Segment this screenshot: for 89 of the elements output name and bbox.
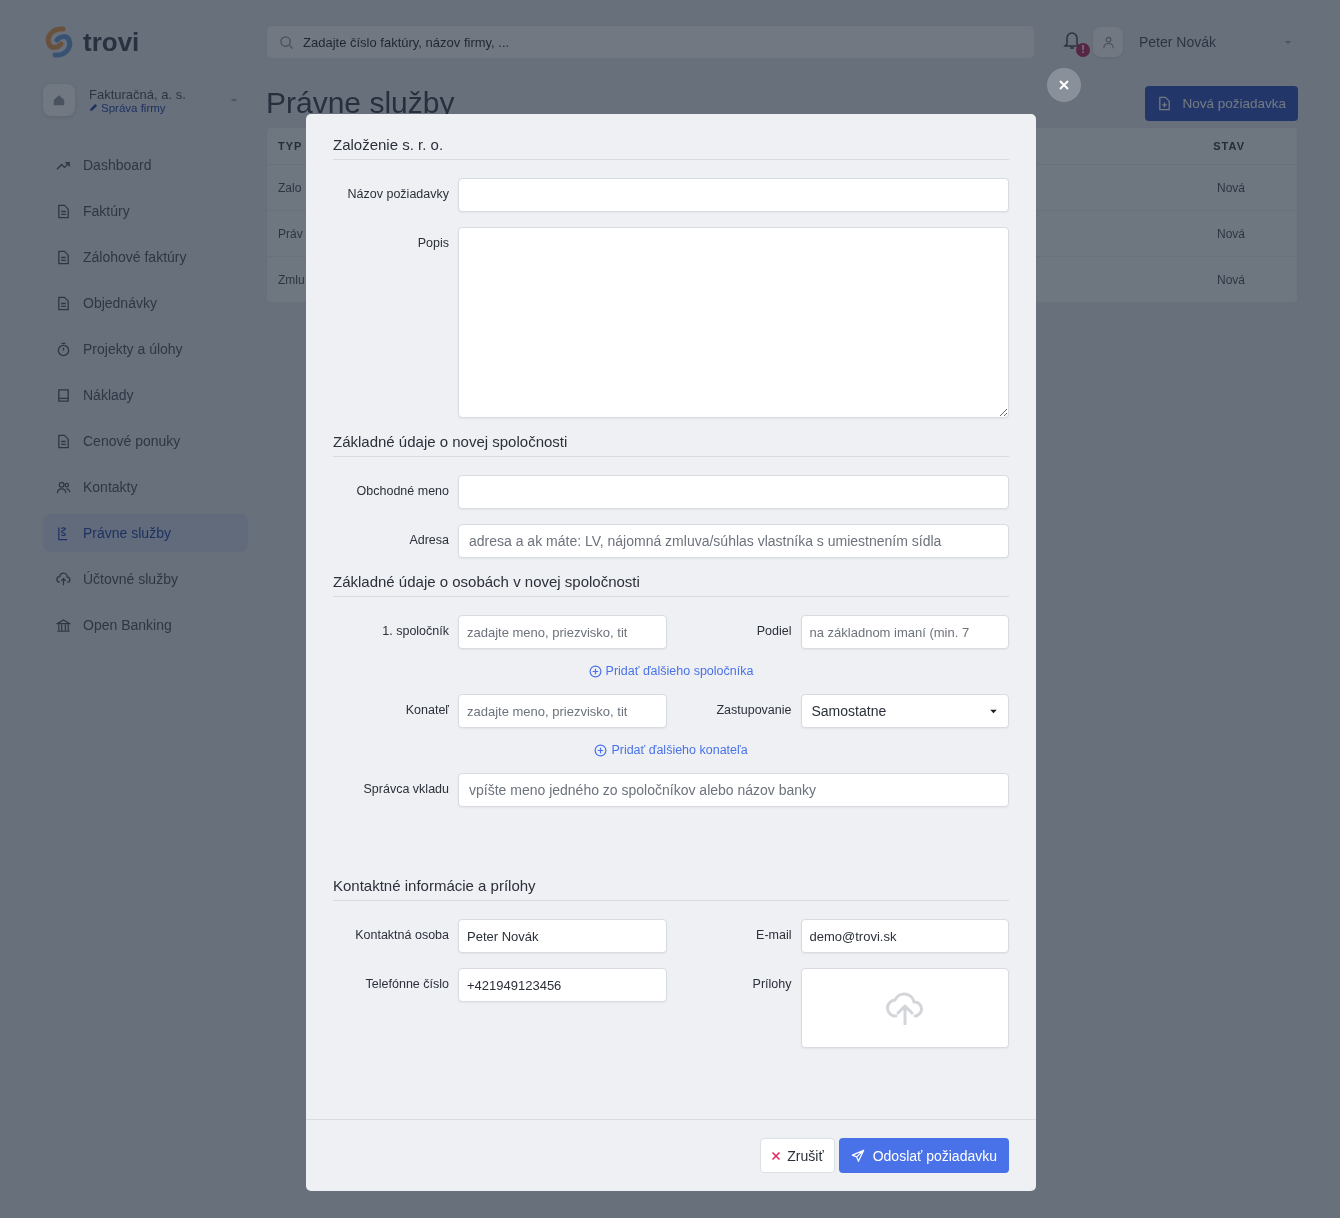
people-icon	[56, 479, 71, 495]
column-header: STAV	[1213, 140, 1245, 152]
add-link[interactable]: Pridať ďalšieho konateľa	[594, 743, 748, 757]
table-cell: Práv	[278, 226, 303, 241]
search-field[interactable]: Zadajte číslo faktúry, názov firmy, ...	[266, 25, 1035, 59]
text-area[interactable]	[458, 227, 1009, 418]
book-icon	[56, 387, 71, 403]
input-field[interactable]: zadajte meno, priezvisko, tit	[458, 615, 667, 649]
field-label: E-mail	[755, 927, 792, 942]
field-label: Telefónne číslo	[364, 976, 449, 991]
home-tile[interactable]	[43, 84, 75, 116]
input-field[interactable]: adresa a ak máte: LV, nájomná zmluva/súhlas vlastníka s umiestnením sídla	[458, 524, 1009, 558]
sidebar-item[interactable]: Právne služby	[43, 514, 248, 552]
dropdown[interactable]: Samostatne	[800, 694, 1009, 728]
bell-icon[interactable]	[1063, 30, 1081, 50]
sidebar-item[interactable]: Projekty a úlohy	[43, 330, 248, 368]
person-icon	[1100, 34, 1116, 50]
send-icon	[850, 1148, 865, 1163]
field-label: Kontaktná osoba	[354, 927, 449, 942]
input-field[interactable]: +421949123456	[458, 968, 667, 1002]
submit-button[interactable]: Odoslať požiadavku	[838, 1138, 1009, 1173]
field-label: Konateľ	[404, 702, 449, 717]
logo-icon	[43, 26, 75, 58]
field-label: Správca vkladu	[362, 781, 449, 796]
input-field[interactable]: demo@trovi.sk	[800, 919, 1009, 953]
field-label: Zastupovanie	[715, 702, 792, 717]
sidebar-item[interactable]: Objednávky	[43, 284, 248, 322]
plus-circle-icon	[588, 664, 602, 678]
plus-circle-icon	[594, 743, 608, 757]
company-name: Fakturačná, a. s.	[89, 86, 187, 102]
field-label: Obchodné meno	[355, 483, 449, 498]
document-icon	[56, 203, 71, 219]
sidebar-item[interactable]: Účtovné služby	[43, 560, 248, 598]
sidebar-item[interactable]: Faktúry	[43, 192, 248, 230]
column-header: TYP	[278, 140, 303, 152]
table-cell: Nová	[1217, 180, 1245, 195]
sidebar-item[interactable]: Kontakty	[43, 468, 248, 506]
document-icon	[56, 433, 71, 449]
close-icon	[1058, 79, 1070, 91]
add-link[interactable]: Pridať ďalšieho spoločníka	[588, 664, 754, 678]
home-icon	[52, 93, 66, 107]
stopwatch-icon	[56, 341, 71, 357]
input-field[interactable]: vpíšte meno jedného zo spoločníkov alebo názov banky	[458, 773, 1009, 807]
manage-company-link[interactable]: Správa firmy	[89, 101, 216, 114]
field-label: 1. spoločník	[381, 623, 449, 638]
cloud-upload-icon	[884, 991, 925, 1025]
section-title: Založenie s. r. o.	[333, 136, 1009, 160]
sidebar-item[interactable]: Dashboard	[43, 146, 248, 184]
sidebar-item[interactable]: Cenové ponuky	[43, 422, 248, 460]
input-field[interactable]	[458, 475, 1009, 509]
table-cell: Zmlu	[278, 272, 305, 287]
sidebar-item[interactable]: Náklady	[43, 376, 248, 414]
search-icon	[279, 35, 294, 50]
notification-badge: !	[1076, 43, 1090, 57]
pencil-icon	[89, 103, 98, 112]
input-field[interactable]: zadajte meno, priezvisko, tit	[458, 694, 667, 728]
page-title: Právne služby	[266, 86, 455, 120]
document-icon	[56, 295, 71, 311]
new-request-button[interactable]: Nová požiadavka	[1145, 85, 1298, 121]
section-title: Kontaktné informácie a prílohy	[333, 877, 1009, 901]
file-drop-zone[interactable]	[800, 968, 1009, 1048]
document-icon	[56, 249, 71, 265]
caret-icon	[1284, 39, 1292, 45]
field-label: Adresa	[408, 532, 449, 547]
input-field[interactable]	[458, 178, 1009, 212]
close-button[interactable]	[1047, 68, 1081, 102]
table-cell: Zalo	[278, 180, 302, 195]
field-label: Názov požiadavky	[346, 186, 449, 201]
caret-icon	[989, 708, 998, 714]
logo-text: trovi	[83, 26, 140, 58]
close-icon	[771, 1150, 782, 1161]
table-cell: Nová	[1217, 226, 1245, 241]
section-title: Základné údaje o novej spoločnosti	[333, 433, 1009, 457]
input-field[interactable]: Peter Novák	[458, 919, 667, 953]
bank-icon	[56, 617, 71, 633]
document-icon	[1157, 95, 1173, 111]
cancel-button[interactable]: Zrušiť	[760, 1138, 835, 1173]
input-field[interactable]: na základnom imaní (min. 7	[800, 615, 1009, 649]
avatar[interactable]	[1093, 27, 1123, 57]
section-title: Základné údaje o osobách v novej spoločnosti	[333, 573, 1009, 597]
user-name[interactable]: Peter Novák	[1139, 34, 1284, 50]
field-label: Prílohy	[751, 976, 792, 991]
field-label: Popis	[416, 235, 449, 250]
field-label: Podiel	[755, 623, 792, 638]
sidebar-item[interactable]: Open Banking	[43, 606, 248, 644]
sidebar-item[interactable]: Zálohové faktúry	[43, 238, 248, 276]
cloud-upload-icon	[56, 571, 71, 587]
table-cell: Nová	[1217, 272, 1245, 287]
caret-icon	[230, 97, 238, 103]
